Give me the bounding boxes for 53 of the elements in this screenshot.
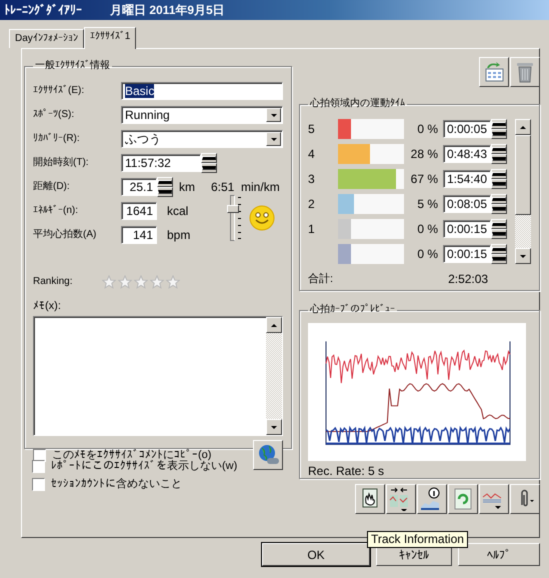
tab[interactable]: Dayｲﾝﾌｫﾒｰｼｮﾝ [9,29,84,48]
time-field[interactable]: 0:00:15 [443,245,491,263]
number-field[interactable]: 25.1 [121,178,157,196]
checkbox-label: ｾｯｼｮﾝｶｳﾝﾄに含めないこと [51,477,182,491]
time-field[interactable]: 0:48:43 [443,145,491,163]
text-field[interactable]: Basic [121,82,283,100]
memo-label: ﾒﾓ(x): [33,299,62,313]
window-title: ﾄﾚｰﾆﾝｸﾞﾀﾞｲｱﾘｰ [4,3,82,17]
percent-text: 5 % [416,197,438,211]
percent-text: 28 % [410,147,438,161]
dialog-button[interactable]: ﾍﾙﾌﾟ [458,543,540,566]
field-label: 開始時刻(T): [33,156,90,170]
zone-number: 4 [308,147,316,161]
pace-text: 6:51 min/km [211,180,280,194]
percent-text: 0 % [416,247,438,261]
field-label: ｴﾈﾙｷﾞｰ(n): [33,204,79,218]
window-date: 月曜日 2011年9月5日 [110,3,225,17]
time-field[interactable]: 0:00:05 [443,120,491,138]
time-field[interactable]: 0:08:05 [443,195,491,213]
zone-number: 3 [308,172,316,186]
number-field[interactable]: 141 [121,226,157,244]
time-field[interactable]: 0:00:15 [443,220,491,238]
tooltip: Track Information [367,531,468,548]
tab[interactable]: ｴｸｻｻｲｽﾞ1 [84,27,136,49]
field-label: ｴｸｻｻｲｽﾞ(E): [33,84,86,98]
checkbox-label: ﾚﾎﾟｰﾄにこのｴｸｻｻｲｽﾞを表示しない(w) [51,460,238,473]
zone-number: 1 [308,222,316,236]
field-label: ﾘｶﾊﾞﾘｰ(R): [33,132,81,146]
unit-label: bpm [167,228,190,242]
time-field[interactable]: 11:57:32 [121,154,201,172]
ranking-label: Ranking: [33,275,72,289]
group-title: 一般ｴｸｻｻｲｽﾞ情報 [34,59,111,73]
percent-text: 67 % [410,172,438,186]
field-label: 距離(D): [33,180,71,194]
zone-number: 2 [308,197,316,211]
dialog-button[interactable]: OK [262,543,370,566]
percent-text: 0 % [416,222,438,236]
unit-label: kcal [167,204,188,218]
field-label: ｽﾎﾟｰﾂ(S): [33,108,76,122]
dropdown[interactable]: Running [121,106,283,124]
number-field[interactable]: 1641 [121,202,157,220]
total-label: 合計: [308,272,334,286]
group-title: 心拍ｶｰﾌﾞのﾌﾟﾚﾋﾞｭｰ [308,303,396,317]
total-time: 2:52:03 [448,272,488,286]
unit-label: km [179,180,195,194]
group-title: 心拍領域内の運動ﾀｲﾑ [308,97,406,111]
time-field[interactable]: 1:54:40 [443,170,491,188]
zone-number: 5 [308,122,316,136]
dropdown[interactable]: ふつう [121,130,283,148]
recording-rate-text: Rec. Rate: 5 s [308,464,386,478]
field-label: 平均心拍数(A) [33,228,98,242]
percent-text: 0 % [416,122,438,136]
checkbox-label: このﾒﾓをｴｸｻｻｲｽﾞｺﾒﾝﾄにｺﾋﾟｰ(o) [52,448,212,461]
